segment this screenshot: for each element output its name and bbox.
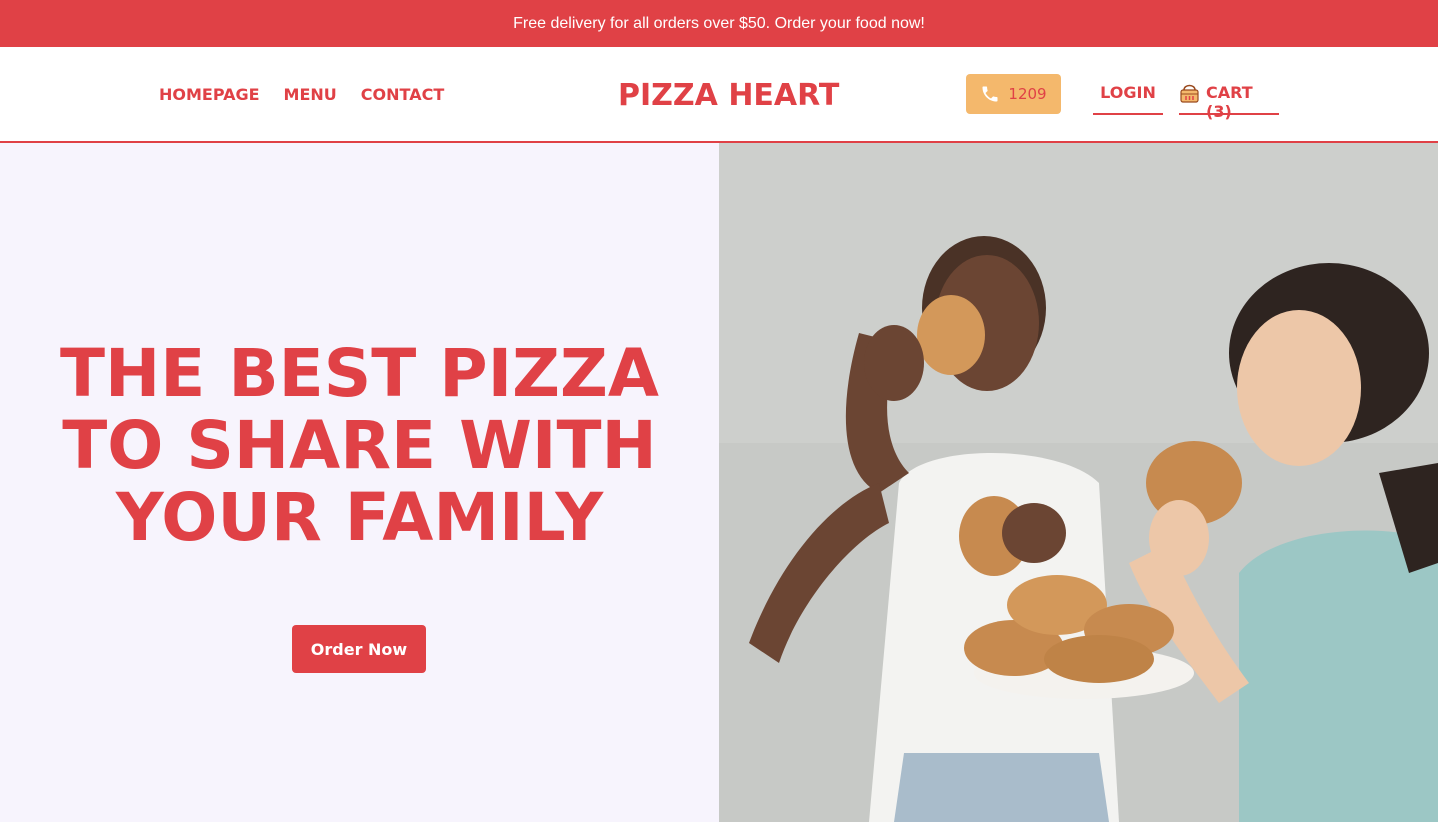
hero-title-line: THE BEST PIZZA [60,335,659,412]
nav-homepage[interactable]: HOMEPAGE [159,85,260,104]
login-link[interactable]: LOGIN [1093,83,1163,115]
hero-title-line: YOUR FAMILY [115,479,604,556]
cart-link[interactable]: CART (3) [1179,83,1279,121]
hero-section: THE BEST PIZZA TO SHARE WITH YOUR FAMILY… [0,143,719,822]
phone-button[interactable]: 1209 [966,74,1061,114]
basket-icon [1179,83,1200,108]
site-logo[interactable]: PIZZA HEART [618,78,839,113]
nav-contact[interactable]: CONTACT [361,85,444,104]
hero-photo [719,143,1438,822]
phone-number: 1209 [1008,85,1047,103]
phone-icon [980,84,1000,104]
cart-label: CART (3) [1206,83,1253,121]
site-header: HOMEPAGE MENU CONTACT PIZZA HEART 1209 L… [0,47,1438,143]
nav-menu[interactable]: MENU [284,85,337,104]
hero-title-line: TO SHARE WITH [62,407,657,484]
hero-title: THE BEST PIZZA TO SHARE WITH YOUR FAMILY [0,338,719,554]
promo-banner: Free delivery for all orders over $50. O… [0,0,1438,47]
promo-text: Free delivery for all orders over $50. O… [513,14,925,32]
order-now-button[interactable]: Order Now [292,625,426,673]
main-nav: HOMEPAGE MENU CONTACT [159,85,444,104]
